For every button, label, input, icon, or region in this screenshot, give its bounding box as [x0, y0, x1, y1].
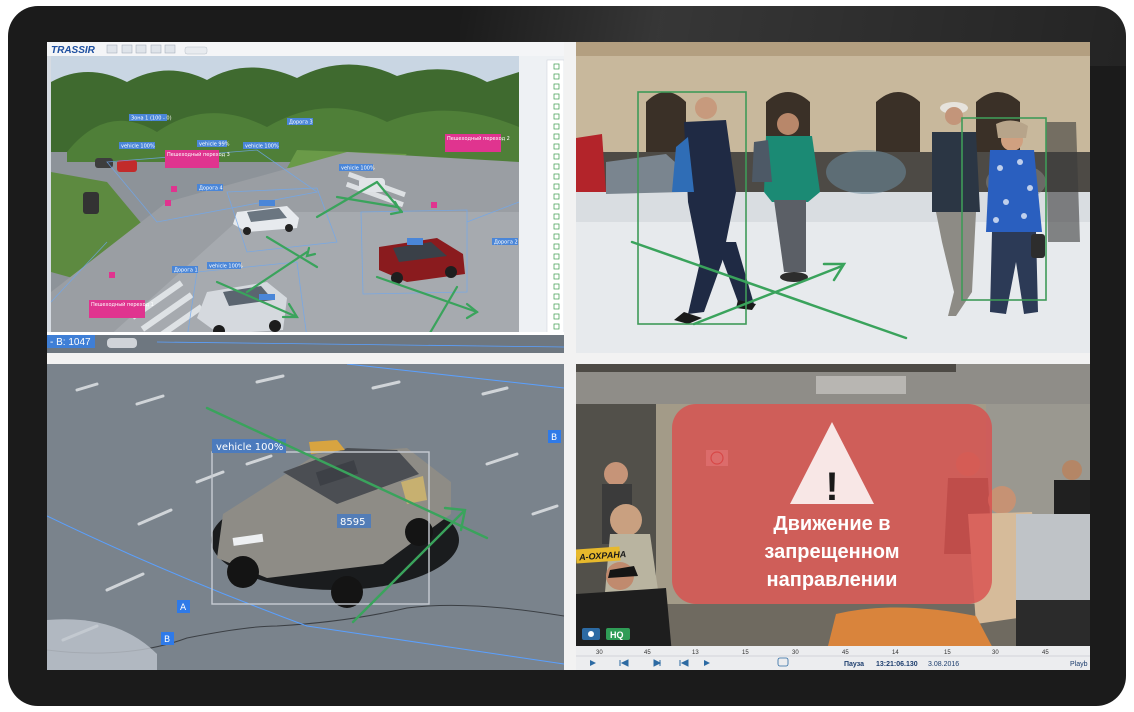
tick-1: 45 [644, 650, 651, 656]
camera-view-vehicle[interactable]: vehicle 100% 8595 A B B [47, 364, 564, 670]
zone-label-z1: Зона 1 (100 - 0) [131, 116, 172, 122]
playback-date: 3.08.2016 [928, 661, 959, 668]
corner-b-label: B [551, 433, 557, 443]
playback-status: Пауза [844, 661, 864, 668]
zone-label-z5: vehicle 100% [341, 166, 375, 172]
zone-label-z4: vehicle 100% [245, 144, 279, 150]
zone-label-z10: Дорога 1 [174, 268, 198, 274]
tick-6: 14 [892, 650, 899, 656]
tick-9: 45 [1042, 650, 1049, 656]
camera-view-pedestrians[interactable] [576, 42, 1090, 353]
zone-label-z3: vehicle 99% [199, 142, 230, 148]
vehicle-detection-label: vehicle 100% [216, 442, 283, 453]
crossing-label-c1: Пешеходный переход 3 [167, 151, 230, 158]
road-scene [47, 364, 564, 670]
video-wall-screen: TRASSIR Зона 1 (100 - 0) vehicle 100% ve… [47, 42, 1090, 670]
zone-label-z7: Дорога 3 [289, 120, 313, 126]
trassir-logo: TRASSIR [51, 45, 96, 56]
camera-view-checkpoint[interactable]: А-ОХРАНА ! Движение в запрещенном направ… [576, 364, 1090, 670]
warning-text-line-1: Движение в [773, 513, 890, 535]
crossing-label-c2: Пешеходный переход 2 [447, 135, 510, 142]
tick-4: 30 [792, 650, 799, 656]
crossing-label-c3: Пешеходный переход 1 [91, 301, 154, 308]
zone-label-z8: Дорога 2 [494, 240, 518, 246]
warning-text-line-3: направлении [767, 569, 898, 591]
camera-icon [588, 631, 594, 637]
playback-time: 13:21:06.130 [876, 661, 918, 668]
tick-0: 30 [596, 650, 603, 656]
tick-2: 13 [692, 650, 699, 656]
corner-b-label: - B: 1047 [50, 337, 91, 348]
street-scene [576, 42, 1090, 353]
tick-7: 15 [944, 650, 951, 656]
vehicle-track-id: 8595 [340, 517, 365, 528]
tick-8: 30 [992, 650, 999, 656]
line-b-label: B [164, 635, 170, 645]
tick-3: 15 [742, 650, 749, 656]
hq-badge: HQ [610, 630, 624, 640]
warning-exclamation: ! [825, 465, 838, 509]
channel-checkboxes[interactable] [553, 63, 560, 330]
zone-label-z9: vehicle 100% [209, 264, 243, 270]
camera-view-intersection[interactable]: TRASSIR Зона 1 (100 - 0) vehicle 100% ve… [47, 42, 564, 353]
tick-5: 45 [842, 650, 849, 656]
playback-mode: Playb [1070, 661, 1088, 668]
line-a-label: A [180, 603, 187, 613]
zone-label-z6: Дорога 4 [199, 186, 223, 192]
warning-text-line-2: запрещенном [764, 541, 899, 563]
zone-label-z2: vehicle 100% [121, 144, 155, 150]
playback-timeline[interactable] [576, 646, 1090, 670]
